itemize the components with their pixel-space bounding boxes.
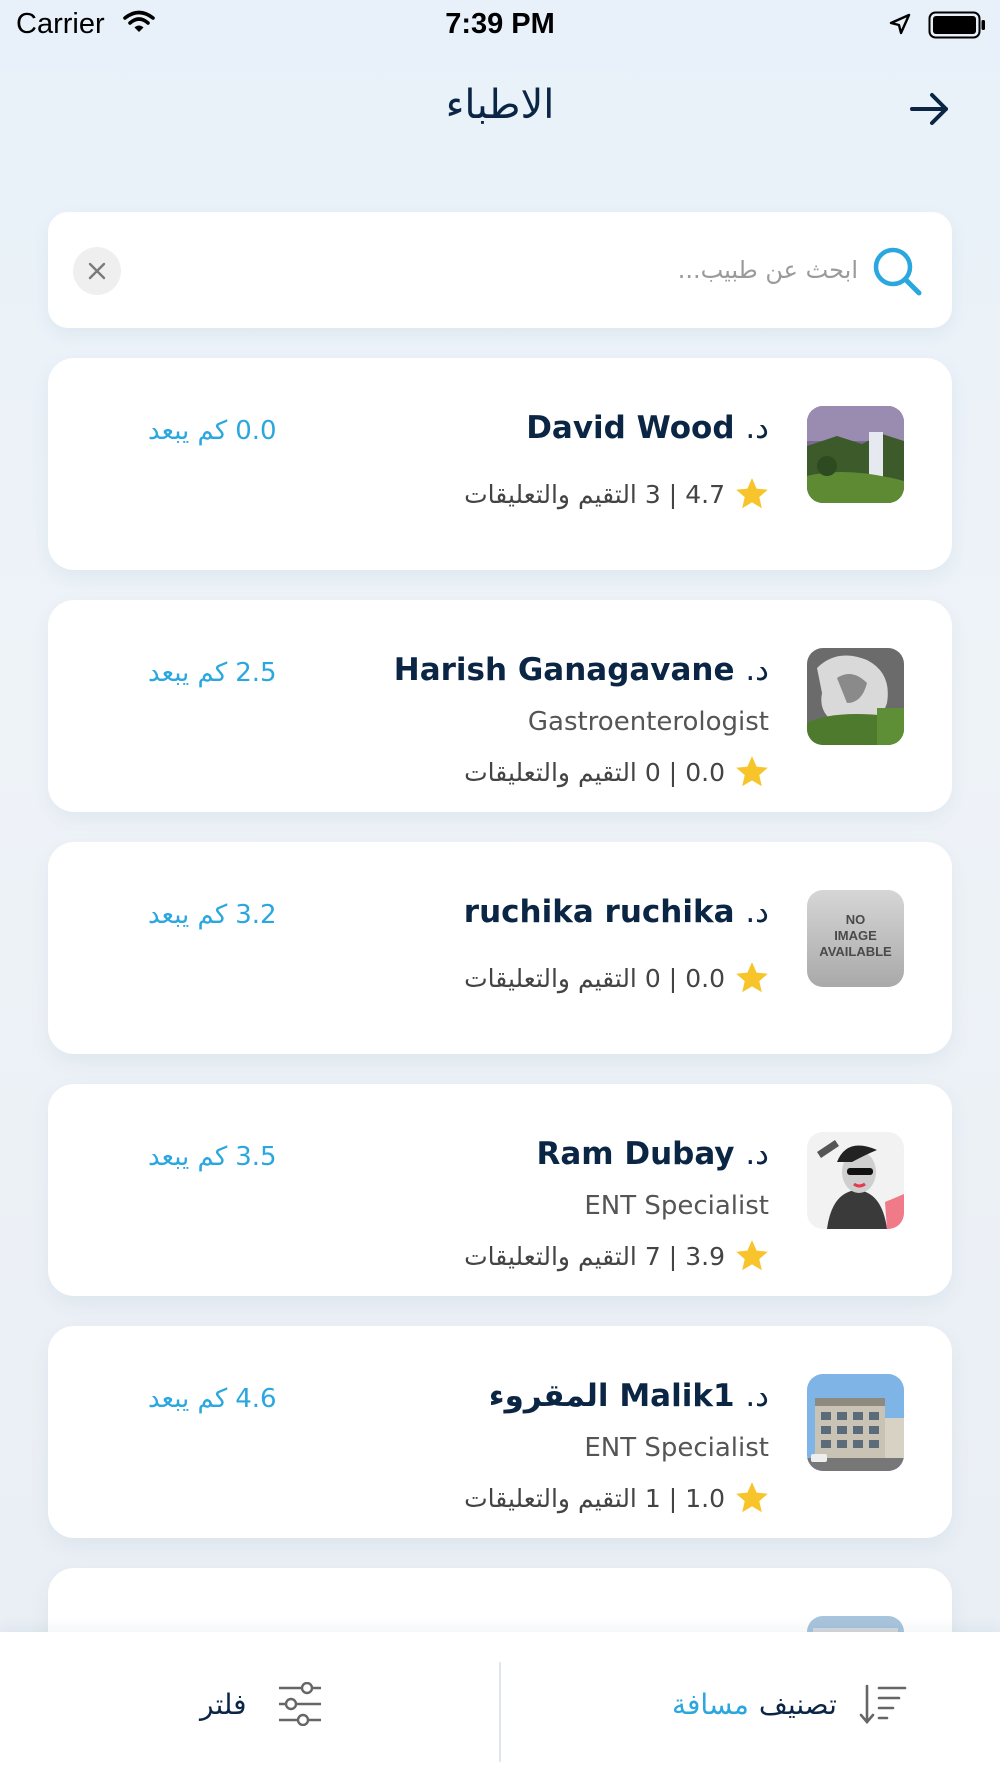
distance-label: كم يبعد xyxy=(148,658,228,688)
no-image-line: IMAGE xyxy=(834,928,877,943)
no-image-placeholder: NO IMAGE AVAILABLE xyxy=(807,890,904,987)
doctor-photo xyxy=(807,1374,904,1471)
rating-row: 3.9 | 7 التقيم والتعليقات xyxy=(464,1237,771,1275)
doctor-name: د. Harish Ganagavane xyxy=(393,652,769,688)
sort-label: تصنيف xyxy=(758,1687,837,1721)
star-icon xyxy=(736,1482,768,1513)
distance-value: 3.2 xyxy=(235,900,277,930)
rating-value: 0.0 xyxy=(685,757,725,787)
sort-icon xyxy=(859,1684,907,1724)
separator: | xyxy=(668,1483,678,1513)
reviews-count: 1 xyxy=(644,1483,661,1513)
rating-value: 3.9 xyxy=(685,1241,725,1271)
doctor-photo xyxy=(807,1616,904,1632)
reviews-label: التقيم والتعليقات xyxy=(464,757,637,787)
rating-value: 0.0 xyxy=(685,963,725,993)
rating-row: 0.0 | 0 التقيم والتعليقات xyxy=(464,959,771,997)
distance-value: 3.5 xyxy=(235,1142,277,1172)
doctor-card[interactable]: د. Harish Ganagavane Gastroenterologist … xyxy=(48,600,952,812)
doctor-name: د. David Wood xyxy=(526,410,769,446)
reviews-label: التقيم والتعليقات xyxy=(464,479,637,509)
rating-row: 4.7 | 3 التقيم والتعليقات xyxy=(464,475,771,513)
doctor-photo xyxy=(807,406,904,503)
star-icon xyxy=(736,1240,768,1271)
sort-button[interactable]: تصنيف مسافة xyxy=(672,1682,907,1726)
doctor-card[interactable]: د. David Wood 4.7 | 3 التقيم والتعليقات … xyxy=(48,358,952,570)
doctor-card[interactable]: NO IMAGE AVAILABLE د. ruchika ruchika 0.… xyxy=(48,842,952,1054)
search-bar xyxy=(48,212,952,328)
distance-label: كم يبعد xyxy=(148,900,228,930)
reviews-count: 0 xyxy=(644,757,661,787)
reviews-label: التقيم والتعليقات xyxy=(464,1483,637,1513)
distance-label: كم يبعد xyxy=(148,1142,228,1172)
doctor-photo xyxy=(807,648,904,745)
search-input[interactable] xyxy=(158,242,888,298)
doctor-name: د. ruchika ruchika xyxy=(463,894,769,930)
rating-value: 4.7 xyxy=(685,479,725,509)
bottom-toolbar: فلتر تصنيف مسافة xyxy=(0,1632,1000,1778)
sort-text: تصنيف مسافة xyxy=(672,1688,837,1721)
reviews-count: 0 xyxy=(644,963,661,993)
rating-row: 0.0 | 0 التقيم والتعليقات xyxy=(464,753,771,791)
doctor-card[interactable]: د. Malik1 المقروء ENT Specialist 1.0 | 1… xyxy=(48,1326,952,1538)
separator: | xyxy=(668,479,678,509)
distance-value: 0.0 xyxy=(235,416,277,446)
separator: | xyxy=(668,963,678,993)
toolbar-divider xyxy=(499,1662,501,1762)
reviews-label: التقيم والتعليقات xyxy=(464,1241,637,1271)
clear-search-button[interactable] xyxy=(73,247,121,295)
star-icon xyxy=(736,478,768,509)
reviews-count: 7 xyxy=(644,1241,661,1271)
sort-value: مسافة xyxy=(672,1687,749,1721)
separator: | xyxy=(668,1241,678,1271)
no-image-line: AVAILABLE xyxy=(819,944,892,959)
distance-label: كم يبعد xyxy=(148,416,228,446)
doctor-specialty: Gastroenterologist xyxy=(527,707,769,737)
doctor-name: د. Malik1 المقروء xyxy=(488,1378,769,1414)
doctor-card[interactable] xyxy=(48,1568,952,1632)
reviews-count: 3 xyxy=(644,479,661,509)
distance-value: 2.5 xyxy=(235,658,277,688)
star-icon xyxy=(736,962,768,993)
distance: 3.5 كم يبعد xyxy=(148,1142,277,1172)
search-icon[interactable] xyxy=(870,244,924,302)
distance: 4.6 كم يبعد xyxy=(148,1384,277,1414)
distance-value: 4.6 xyxy=(235,1384,277,1414)
reviews-label: التقيم والتعليقات xyxy=(464,963,637,993)
doctor-specialty: ENT Specialist xyxy=(584,1191,769,1221)
doctor-photo xyxy=(807,1132,904,1229)
star-icon xyxy=(736,756,768,787)
distance: 3.2 كم يبعد xyxy=(148,900,277,930)
distance: 0.0 كم يبعد xyxy=(148,416,277,446)
filter-label: فلتر xyxy=(200,1687,247,1721)
rating-value: 1.0 xyxy=(685,1483,725,1513)
distance: 2.5 كم يبعد xyxy=(148,658,277,688)
doctor-name: د. Ram Dubay xyxy=(536,1136,769,1172)
no-image-line: NO xyxy=(846,912,866,927)
doctor-card[interactable]: د. Ram Dubay ENT Specialist 3.9 | 7 التق… xyxy=(48,1084,952,1296)
distance-label: كم يبعد xyxy=(148,1384,228,1414)
filter-button[interactable]: فلتر xyxy=(200,1682,323,1726)
close-icon xyxy=(88,262,106,280)
separator: | xyxy=(668,757,678,787)
doctor-specialty: ENT Specialist xyxy=(584,1433,769,1463)
sliders-icon xyxy=(278,1682,321,1726)
rating-row: 1.0 | 1 التقيم والتعليقات xyxy=(464,1479,771,1517)
